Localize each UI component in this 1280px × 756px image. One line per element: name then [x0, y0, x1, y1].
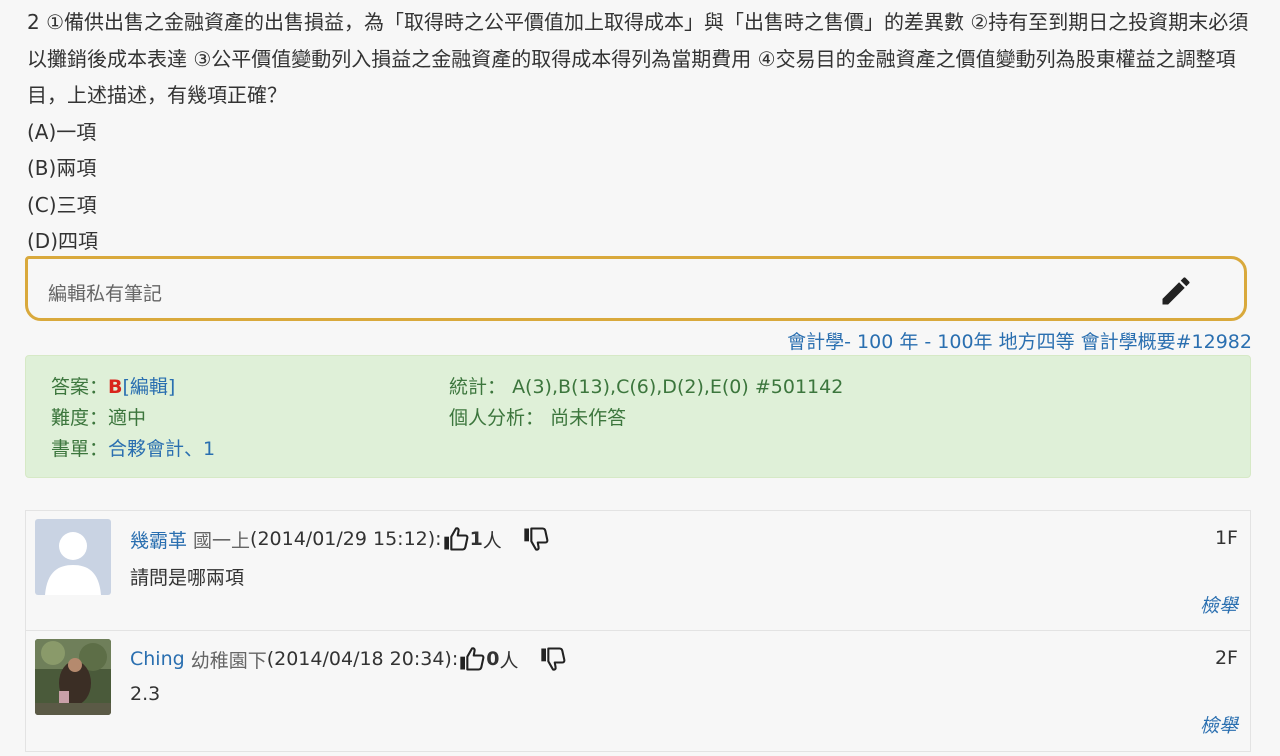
like-count: 1 — [469, 528, 483, 550]
edit-answer-link[interactable]: [編輯] — [123, 376, 176, 398]
personal-analysis-value: 尚未作答 — [550, 407, 627, 429]
comment-header: Ching 幼稚園下 (2014/04/18 20:34): 0 人 — [130, 645, 567, 673]
answer-left-column: 答案：B[編輯] 難度：適中 書單：合夥會計、1 — [51, 372, 215, 465]
thumbs-down-icon[interactable] — [522, 525, 550, 553]
comment-body: 2.3 — [130, 683, 161, 705]
personal-analysis-label: 個人分析： — [449, 407, 545, 429]
pencil-icon[interactable] — [1158, 273, 1194, 309]
comment-user-level: 幼稚園下 — [190, 649, 267, 672]
source-separator: - — [918, 331, 938, 353]
difficulty-row: 難度：適中 — [51, 403, 215, 434]
report-link[interactable]: 檢舉 — [1200, 711, 1238, 738]
answer-right-column: 統計： A(3),B(13),C(6),D(2),E(0) #501142 個人… — [449, 372, 843, 434]
comment-item: 幾霸革 國一上 (2014/01/29 15:12): 1 人 1F 請問是哪兩… — [26, 511, 1250, 631]
option-a[interactable]: (A)一項 — [27, 114, 1257, 151]
like-unit: 人 — [482, 529, 502, 552]
comment-date: (2014/04/18 20:34): — [266, 648, 459, 670]
question-text: 2 ①備供出售之金融資產的出售損益，為「取得時之公平價值加上取得成本」與「出售時… — [27, 10, 1249, 107]
question-block: 2 ①備供出售之金融資產的出售損益，為「取得時之公平價值加上取得成本」與「出售時… — [27, 4, 1257, 260]
option-c[interactable]: (C)三項 — [27, 187, 1257, 224]
avatar[interactable] — [35, 639, 111, 715]
option-b[interactable]: (B)兩項 — [27, 150, 1257, 187]
thumbs-up-icon[interactable] — [442, 525, 470, 553]
source-separator: - — [844, 331, 858, 353]
answer-row: 答案：B[編輯] — [51, 372, 215, 403]
booklist-label: 書單： — [51, 438, 109, 460]
difficulty-value: 適中 — [108, 407, 147, 429]
source-year-link[interactable]: 100 年 — [857, 331, 918, 353]
comment-body: 請問是哪兩項 — [130, 567, 245, 589]
booklist-row: 書單：合夥會計、1 — [51, 434, 215, 465]
comment-item: Ching 幼稚園下 (2014/04/18 20:34): 0 人 2F 2.… — [26, 631, 1250, 751]
difficulty-label: 難度： — [51, 407, 109, 429]
note-placeholder: 編輯私有筆記 — [48, 283, 163, 305]
stats-row: 統計： A(3),B(13),C(6),D(2),E(0) #501142 — [449, 372, 843, 403]
answer-label: 答案： — [51, 376, 109, 398]
comment-username[interactable]: Ching — [130, 648, 185, 670]
comment-username[interactable]: 幾霸革 — [130, 526, 187, 553]
comment-header: 幾霸革 國一上 (2014/01/29 15:12): 1 人 — [130, 525, 550, 553]
comment-date: (2014/01/29 15:12): — [250, 528, 442, 550]
option-list: (A)一項 (B)兩項 (C)三項 (D)四項 — [27, 114, 1257, 260]
like-count: 0 — [486, 648, 500, 670]
report-link[interactable]: 檢舉 — [1200, 591, 1238, 618]
personal-analysis-row: 個人分析： 尚未作答 — [449, 403, 843, 434]
stats-value: A(3),B(13),C(6),D(2),E(0) #501142 — [512, 376, 844, 398]
answer-panel: 答案：B[編輯] 難度：適中 書單：合夥會計、1 統計： A(3),B(13),… — [25, 355, 1251, 478]
option-d[interactable]: (D)四項 — [27, 223, 1257, 260]
source-subject-link[interactable]: 會計學 — [787, 331, 844, 353]
source-exam-link[interactable]: 100年 地方四等 會計學概要#12982 — [937, 331, 1252, 353]
comment-floor: 2F — [1214, 647, 1238, 669]
answer-value: B — [108, 376, 123, 398]
thumbs-up-icon[interactable] — [458, 645, 486, 673]
stats-label: 統計： — [449, 376, 507, 398]
comment-user-level: 國一上 — [193, 529, 251, 552]
comment-floor: 1F — [1214, 527, 1238, 549]
default-avatar-icon — [35, 519, 111, 595]
like-unit: 人 — [499, 649, 519, 672]
private-note-box[interactable]: 編輯私有筆記 — [25, 256, 1247, 321]
booklist-link[interactable]: 合夥會計、1 — [108, 438, 215, 460]
question-source: 會計學- 100 年 - 100年 地方四等 會計學概要#12982 — [787, 327, 1252, 354]
photo-avatar-icon — [35, 639, 111, 715]
avatar[interactable] — [35, 519, 111, 595]
thumbs-down-icon[interactable] — [539, 645, 567, 673]
comment-list: 幾霸革 國一上 (2014/01/29 15:12): 1 人 1F 請問是哪兩… — [25, 510, 1251, 752]
